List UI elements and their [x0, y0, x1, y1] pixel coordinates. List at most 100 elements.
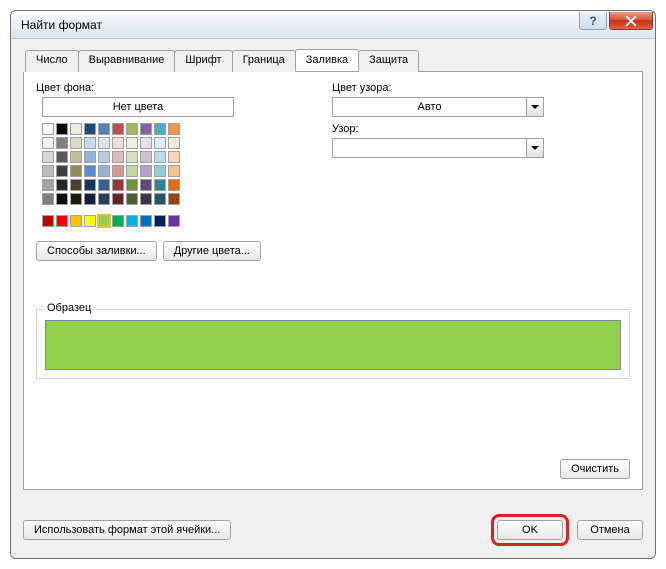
color-swatch[interactable]	[56, 193, 68, 205]
dialog-window: Найти формат ? Число Выравнивание Шрифт …	[10, 10, 656, 559]
color-swatch[interactable]	[112, 137, 124, 149]
color-swatch[interactable]	[168, 165, 180, 177]
color-swatch[interactable]	[42, 123, 54, 135]
color-swatch[interactable]	[70, 151, 82, 163]
color-swatch[interactable]	[70, 215, 82, 227]
color-swatch[interactable]	[98, 215, 110, 227]
palette-row	[42, 151, 326, 163]
color-swatch[interactable]	[126, 123, 138, 135]
color-swatch[interactable]	[126, 151, 138, 163]
color-swatch[interactable]	[154, 215, 166, 227]
chevron-down-icon	[526, 98, 543, 116]
color-swatch[interactable]	[56, 151, 68, 163]
color-swatch[interactable]	[112, 151, 124, 163]
color-swatch[interactable]	[56, 123, 68, 135]
color-swatch[interactable]	[112, 179, 124, 191]
color-swatch[interactable]	[70, 137, 82, 149]
color-swatch[interactable]	[140, 123, 152, 135]
color-swatch[interactable]	[70, 123, 82, 135]
color-swatch[interactable]	[70, 165, 82, 177]
chevron-down-icon	[526, 139, 543, 157]
color-swatch[interactable]	[154, 123, 166, 135]
color-swatch[interactable]	[42, 193, 54, 205]
color-swatch[interactable]	[112, 123, 124, 135]
tab-protection[interactable]: Защита	[358, 50, 419, 72]
color-swatch[interactable]	[126, 179, 138, 191]
use-cell-format-button[interactable]: Использовать формат этой ячейки...	[23, 520, 231, 540]
color-swatch[interactable]	[98, 151, 110, 163]
color-swatch[interactable]	[154, 179, 166, 191]
tab-alignment[interactable]: Выравнивание	[78, 50, 176, 72]
clear-button[interactable]: Очистить	[560, 459, 630, 479]
color-swatch[interactable]	[126, 137, 138, 149]
color-swatch[interactable]	[112, 193, 124, 205]
tab-font[interactable]: Шрифт	[174, 50, 232, 72]
palette-row	[42, 193, 326, 205]
color-swatch[interactable]	[168, 179, 180, 191]
color-swatch[interactable]	[126, 193, 138, 205]
color-swatch[interactable]	[154, 165, 166, 177]
color-swatch[interactable]	[98, 165, 110, 177]
color-swatch[interactable]	[84, 179, 96, 191]
color-swatch[interactable]	[140, 137, 152, 149]
color-swatch[interactable]	[112, 165, 124, 177]
color-swatch[interactable]	[70, 179, 82, 191]
color-swatch[interactable]	[112, 215, 124, 227]
color-swatch[interactable]	[154, 193, 166, 205]
titlebar-buttons: ?	[579, 11, 655, 30]
color-swatch[interactable]	[154, 151, 166, 163]
color-swatch[interactable]	[56, 165, 68, 177]
fill-effects-button[interactable]: Способы заливки...	[36, 241, 157, 261]
color-swatch[interactable]	[84, 193, 96, 205]
color-swatch[interactable]	[42, 137, 54, 149]
color-swatch[interactable]	[42, 165, 54, 177]
color-swatch[interactable]	[168, 193, 180, 205]
color-swatch[interactable]	[98, 123, 110, 135]
color-swatch[interactable]	[56, 179, 68, 191]
color-swatch[interactable]	[98, 137, 110, 149]
color-swatch[interactable]	[42, 151, 54, 163]
color-swatch[interactable]	[168, 151, 180, 163]
color-swatch[interactable]	[140, 215, 152, 227]
color-swatch[interactable]	[126, 165, 138, 177]
color-swatch[interactable]	[140, 165, 152, 177]
color-swatch[interactable]	[140, 193, 152, 205]
pattern-color-dropdown[interactable]: Авто	[332, 97, 544, 117]
color-swatch[interactable]	[42, 179, 54, 191]
color-swatch[interactable]	[140, 151, 152, 163]
color-swatch[interactable]	[98, 179, 110, 191]
pattern-color-label: Цвет узора:	[332, 82, 630, 94]
color-swatch[interactable]	[70, 193, 82, 205]
help-button[interactable]: ?	[579, 12, 607, 30]
bg-color-label: Цвет фона:	[36, 82, 326, 94]
window-title: Найти формат	[21, 18, 102, 32]
close-button[interactable]	[609, 12, 653, 30]
color-swatch[interactable]	[168, 123, 180, 135]
ok-button[interactable]: OK	[497, 520, 563, 540]
cancel-button[interactable]: Отмена	[577, 520, 643, 540]
tab-number[interactable]: Число	[25, 50, 79, 72]
palette-row	[42, 215, 326, 227]
tab-border[interactable]: Граница	[232, 50, 296, 72]
color-swatch[interactable]	[84, 151, 96, 163]
more-colors-button[interactable]: Другие цвета...	[163, 241, 261, 261]
color-swatch[interactable]	[84, 137, 96, 149]
color-swatch[interactable]	[84, 123, 96, 135]
color-swatch[interactable]	[98, 193, 110, 205]
color-swatch[interactable]	[84, 215, 96, 227]
color-swatch[interactable]	[154, 137, 166, 149]
color-swatch[interactable]	[56, 137, 68, 149]
dialog-content: Число Выравнивание Шрифт Граница Заливка…	[11, 39, 655, 558]
no-color-button[interactable]: Нет цвета	[42, 97, 234, 117]
color-swatch[interactable]	[126, 215, 138, 227]
tab-body-fill: Цвет фона: Нет цвета Способы заливки... …	[23, 72, 643, 490]
color-swatch[interactable]	[56, 215, 68, 227]
color-swatch[interactable]	[140, 179, 152, 191]
tab-fill[interactable]: Заливка	[295, 49, 359, 71]
color-swatch[interactable]	[168, 215, 180, 227]
color-swatch[interactable]	[168, 137, 180, 149]
color-swatch[interactable]	[84, 165, 96, 177]
pattern-dropdown[interactable]	[332, 138, 544, 158]
color-swatch[interactable]	[42, 215, 54, 227]
pattern-color-value: Авто	[333, 101, 526, 113]
